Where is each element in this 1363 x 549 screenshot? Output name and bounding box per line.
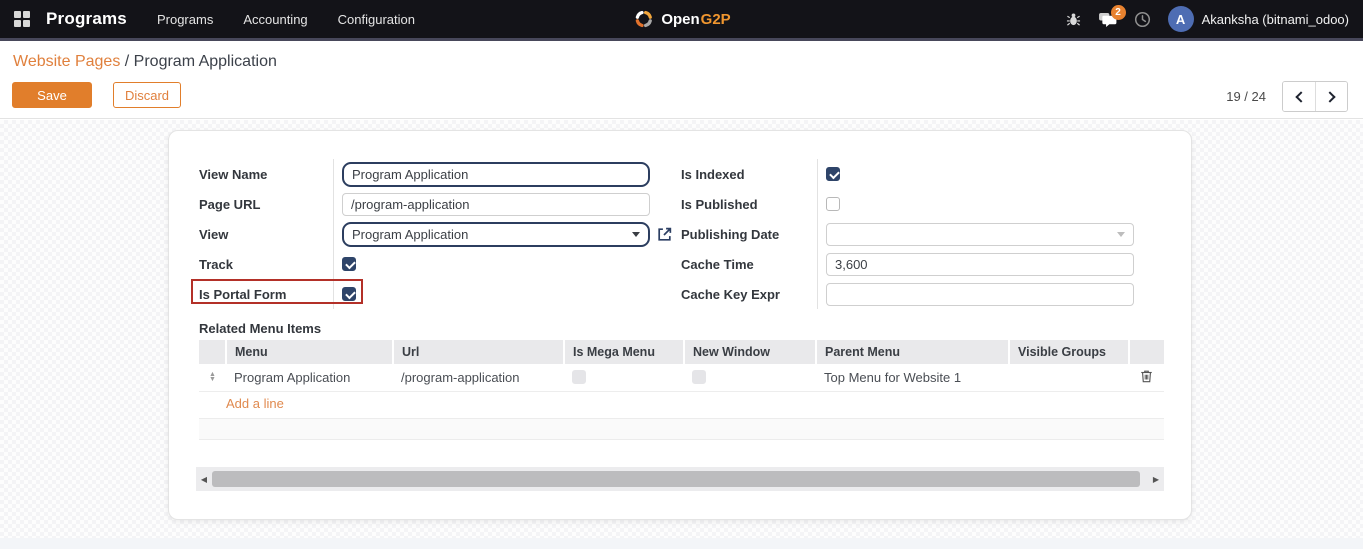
save-button[interactable]: Save bbox=[12, 82, 92, 108]
delete-row-button[interactable] bbox=[1129, 364, 1164, 391]
handle-column-header bbox=[199, 340, 226, 364]
drag-handle-icon[interactable]: ▲▼ bbox=[199, 364, 226, 391]
new-window-column-header[interactable]: New Window bbox=[684, 340, 816, 364]
table-header-row: Menu Url Is Mega Menu New Window Parent … bbox=[199, 340, 1164, 364]
external-link-icon[interactable] bbox=[656, 226, 673, 243]
pager: 19 / 24 bbox=[1226, 81, 1348, 112]
cache-key-expr-input[interactable] bbox=[826, 283, 1134, 306]
actions-column-header bbox=[1129, 340, 1164, 364]
breadcrumb: Website Pages / Program Application bbox=[13, 53, 277, 71]
action-buttons: Save Discard bbox=[12, 82, 181, 108]
add-line-row: Add a line bbox=[199, 391, 1164, 415]
top-navbar: Programs Programs Accounting Configurati… bbox=[0, 0, 1363, 41]
apps-grid-icon[interactable] bbox=[14, 11, 30, 27]
nav-item-configuration[interactable]: Configuration bbox=[338, 12, 415, 27]
pager-value: 19 / 24 bbox=[1226, 89, 1266, 104]
is-indexed-checkbox[interactable] bbox=[826, 167, 840, 181]
message-count-badge: 2 bbox=[1111, 5, 1126, 20]
view-select[interactable]: Program Application bbox=[342, 222, 650, 247]
chevron-left-icon bbox=[1295, 91, 1306, 102]
visible-groups-cell[interactable] bbox=[1009, 364, 1129, 391]
visible-groups-column-header[interactable]: Visible Groups bbox=[1009, 340, 1129, 364]
messages-icon[interactable]: 2 bbox=[1098, 12, 1117, 27]
table-row[interactable]: ▲▼ Program Application /program-applicat… bbox=[199, 364, 1164, 391]
trash-icon bbox=[1140, 369, 1153, 383]
parent-menu-column-header[interactable]: Parent Menu bbox=[816, 340, 1009, 364]
cache-key-expr-label: Cache Key Expr bbox=[681, 279, 817, 309]
scroll-right-arrow[interactable]: ▶ bbox=[1148, 467, 1164, 491]
chevron-down-icon bbox=[632, 232, 640, 237]
cache-time-input[interactable] bbox=[826, 253, 1134, 276]
related-menu-items-table: Menu Url Is Mega Menu New Window Parent … bbox=[199, 340, 1164, 415]
logo-text-open: Open bbox=[661, 11, 699, 28]
nav-item-programs[interactable]: Programs bbox=[157, 12, 213, 27]
form-left-group: View Name Page URL View Program Applicat… bbox=[199, 159, 673, 309]
track-label: Track bbox=[199, 249, 333, 279]
track-checkbox[interactable] bbox=[342, 257, 356, 271]
url-column-header[interactable]: Url bbox=[393, 340, 564, 364]
user-menu[interactable]: A Akanksha (bitnami_odoo) bbox=[1168, 6, 1349, 32]
is-portal-form-label: Is Portal Form bbox=[199, 279, 333, 309]
is-mega-menu-checkbox[interactable] bbox=[572, 370, 586, 384]
menu-cell[interactable]: Program Application bbox=[226, 364, 393, 391]
debug-bug-icon[interactable] bbox=[1066, 12, 1081, 27]
user-name: Akanksha (bitnami_odoo) bbox=[1202, 12, 1349, 27]
form-right-group: Is Indexed Is Published Publishing Date … bbox=[681, 159, 1147, 309]
cache-time-label: Cache Time bbox=[681, 249, 817, 279]
view-name-label: View Name bbox=[199, 159, 333, 189]
related-menu-items-title: Related Menu Items bbox=[199, 321, 321, 336]
breadcrumb-website-pages[interactable]: Website Pages bbox=[13, 53, 120, 70]
is-published-label: Is Published bbox=[681, 189, 817, 219]
chevron-down-icon bbox=[1117, 232, 1125, 237]
view-label: View bbox=[199, 219, 333, 249]
is-portal-form-checkbox[interactable] bbox=[342, 287, 356, 301]
view-name-input[interactable] bbox=[342, 162, 650, 187]
publishing-date-label: Publishing Date bbox=[681, 219, 817, 249]
activities-clock-icon[interactable] bbox=[1134, 11, 1151, 28]
url-cell[interactable]: /program-application bbox=[393, 364, 564, 391]
avatar: A bbox=[1168, 6, 1194, 32]
systray: 2 A Akanksha (bitnami_odoo) bbox=[1066, 6, 1349, 32]
pager-buttons bbox=[1282, 81, 1348, 112]
nav-item-accounting[interactable]: Accounting bbox=[243, 12, 307, 27]
control-panel: Website Pages / Program Application Save… bbox=[0, 44, 1363, 119]
is-indexed-label: Is Indexed bbox=[681, 159, 817, 189]
discard-button[interactable]: Discard bbox=[113, 82, 181, 108]
breadcrumb-separator: / bbox=[120, 53, 133, 70]
horizontal-scrollbar[interactable]: ◀ ▶ bbox=[196, 467, 1164, 491]
publishing-date-input[interactable] bbox=[826, 223, 1134, 246]
nav-menu: Programs Accounting Configuration bbox=[157, 12, 415, 27]
new-window-cell bbox=[684, 364, 816, 391]
scrollbar-thumb[interactable] bbox=[212, 471, 1140, 487]
is-published-checkbox[interactable] bbox=[826, 197, 840, 211]
table-footer-band bbox=[199, 418, 1164, 440]
menu-column-header[interactable]: Menu bbox=[226, 340, 393, 364]
chevron-right-icon bbox=[1324, 91, 1335, 102]
openg2p-logo: Open G2P bbox=[632, 0, 730, 38]
form-sheet: View Name Page URL View Program Applicat… bbox=[168, 130, 1192, 520]
parent-menu-cell[interactable]: Top Menu for Website 1 bbox=[816, 364, 1009, 391]
page-url-label: Page URL bbox=[199, 189, 333, 219]
scroll-left-arrow[interactable]: ◀ bbox=[196, 467, 212, 491]
is-mega-menu-column-header[interactable]: Is Mega Menu bbox=[564, 340, 684, 364]
pager-previous-button[interactable] bbox=[1283, 82, 1315, 111]
breadcrumb-current: Program Application bbox=[134, 53, 277, 70]
content-area: View Name Page URL View Program Applicat… bbox=[0, 120, 1363, 549]
page-bottom-strip bbox=[0, 538, 1363, 549]
is-mega-menu-cell bbox=[564, 364, 684, 391]
logo-text-g2p: G2P bbox=[701, 11, 731, 28]
add-a-line-link[interactable]: Add a line bbox=[199, 396, 1164, 411]
pager-next-button[interactable] bbox=[1315, 82, 1347, 111]
openg2p-pinwheel-icon bbox=[632, 8, 654, 30]
page-url-input[interactable] bbox=[342, 193, 650, 216]
app-title[interactable]: Programs bbox=[46, 9, 127, 29]
view-select-value: Program Application bbox=[352, 227, 468, 242]
new-window-checkbox[interactable] bbox=[692, 370, 706, 384]
